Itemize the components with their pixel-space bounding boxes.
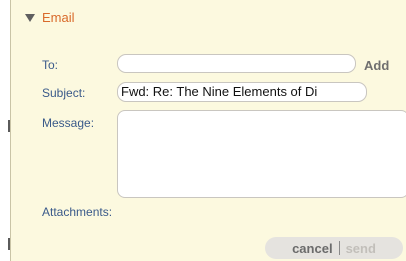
to-label: To: (42, 58, 59, 72)
attachments-label: Attachments: (42, 205, 113, 219)
to-input[interactable] (117, 54, 356, 73)
subject-input[interactable]: Fwd: Re: The Nine Elements of Di (117, 82, 367, 102)
send-button[interactable]: send (346, 241, 376, 256)
subject-label: Subject: (42, 86, 86, 100)
collapse-triangle-icon[interactable] (25, 13, 35, 22)
email-section-header[interactable]: Email (25, 10, 75, 25)
email-panel: Email To: Add Subject: Fwd: Re: The Nine… (10, 0, 406, 261)
action-buttons: cancel send (265, 237, 403, 259)
message-label: Message: (42, 116, 95, 130)
add-recipient-button[interactable]: Add (364, 58, 389, 73)
button-divider (338, 241, 340, 255)
left-edge (0, 0, 10, 261)
cancel-button[interactable]: cancel (292, 241, 332, 256)
message-textarea[interactable] (117, 110, 406, 198)
email-section-title: Email (42, 10, 75, 25)
